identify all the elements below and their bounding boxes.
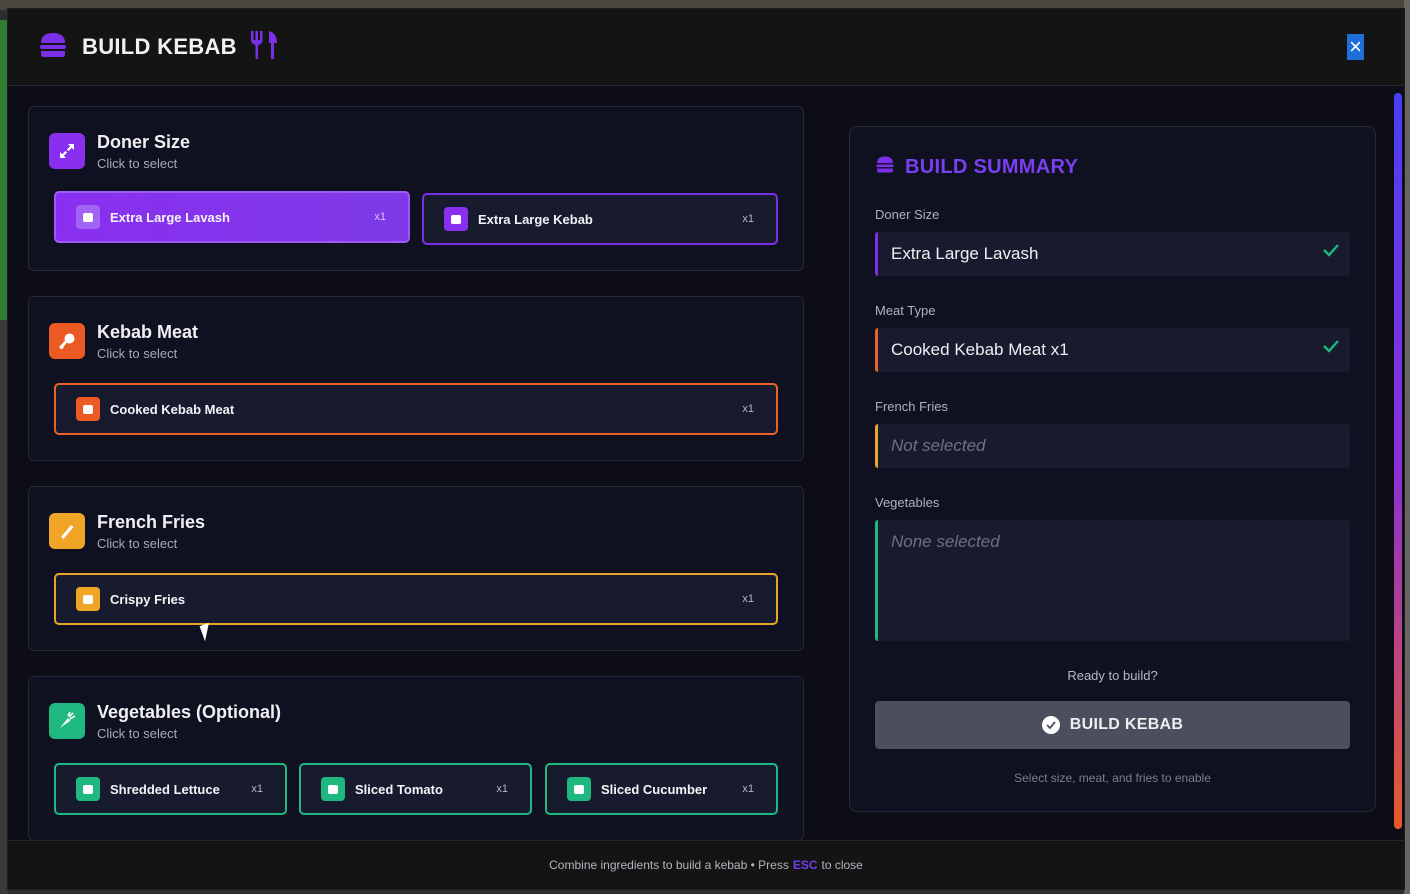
option-label: Extra Large Kebab <box>478 211 593 227</box>
fries-icon <box>49 513 85 549</box>
item-icon <box>444 207 468 231</box>
summary-meat-value: Cooked Kebab Meat x1 <box>875 328 1350 372</box>
option-qty: x1 <box>742 213 754 225</box>
option-qty: x1 <box>742 593 754 605</box>
section-french-fries: French Fries Click to select Crispy Frie… <box>28 486 804 651</box>
carrot-icon <box>49 703 85 739</box>
section-subtitle: Click to select <box>97 156 178 171</box>
summary-size-label: Doner Size <box>875 207 940 222</box>
summary-fries-label: French Fries <box>875 399 948 414</box>
check-icon <box>1322 242 1340 262</box>
section-subtitle: Click to select <box>97 726 178 741</box>
drumstick-icon <box>49 323 85 359</box>
modal-title: BUILD KEBAB <box>82 34 237 59</box>
option-extra-large-kebab[interactable]: Extra Large Kebab x1 <box>422 193 778 245</box>
summary-meat-label: Meat Type <box>875 303 936 318</box>
build-kebab-modal: BUILD KEBAB × Doner Size Click to select… <box>7 8 1405 890</box>
option-label: Cooked Kebab Meat <box>110 401 235 417</box>
scrollbar[interactable] <box>1394 93 1402 829</box>
option-sliced-cucumber[interactable]: Sliced Cucumber x1 <box>545 763 778 815</box>
summary-size-text: Extra Large Lavash <box>891 244 1039 263</box>
section-title: French Fries <box>97 512 206 532</box>
option-qty: x1 <box>251 783 263 795</box>
option-cooked-kebab-meat[interactable]: Cooked Kebab Meat x1 <box>54 383 778 435</box>
burger-icon <box>38 31 68 64</box>
build-summary-panel: BUILD SUMMARY Doner Size Extra Large Lav… <box>849 126 1376 812</box>
modal-content: Doner Size Click to select Extra Large L… <box>8 86 1404 842</box>
burger-icon <box>875 155 895 180</box>
option-crispy-fries[interactable]: Crispy Fries x1 <box>54 573 778 625</box>
section-subtitle: Click to select <box>97 346 178 361</box>
build-hint: Select size, meat, and fries to enable <box>1014 771 1211 785</box>
summary-veg-value: None selected <box>875 520 1350 641</box>
option-label: Sliced Tomato <box>355 781 443 797</box>
section-title: Vegetables (Optional) <box>97 702 282 722</box>
modal-header: BUILD KEBAB × <box>8 9 1404 86</box>
ready-text: Ready to build? <box>1067 668 1158 683</box>
option-qty: x1 <box>742 783 754 795</box>
build-kebab-button[interactable]: BUILD KEBAB <box>875 701 1350 749</box>
build-button-label: BUILD KEBAB <box>1069 716 1184 733</box>
item-icon <box>321 777 345 801</box>
summary-meat-text: Cooked Kebab Meat x1 <box>891 340 1069 359</box>
item-icon <box>567 777 591 801</box>
option-qty: x1 <box>496 783 508 795</box>
option-label: Crispy Fries <box>110 591 186 607</box>
section-vegetables: Vegetables (Optional) Click to select Sh… <box>28 676 804 841</box>
section-title: Doner Size <box>97 132 191 152</box>
esc-key: ESC <box>792 858 818 872</box>
summary-veg-label: Vegetables <box>875 495 940 510</box>
option-extra-large-lavash[interactable]: Extra Large Lavash x1 <box>54 191 410 243</box>
summary-size-value: Extra Large Lavash <box>875 232 1350 276</box>
summary-fries-value: Not selected <box>875 424 1350 468</box>
option-label: Extra Large Lavash <box>110 209 230 225</box>
close-icon: × <box>1349 34 1362 59</box>
option-shredded-lettuce[interactable]: Shredded Lettuce x1 <box>54 763 287 815</box>
modal-footer: Combine ingredients to build a kebab • P… <box>8 840 1404 889</box>
option-sliced-tomato[interactable]: Sliced Tomato x1 <box>299 763 532 815</box>
option-label: Sliced Cucumber <box>601 781 708 797</box>
section-title: Kebab Meat <box>97 322 199 342</box>
summary-title: BUILD SUMMARY <box>875 155 1078 180</box>
section-kebab-meat: Kebab Meat Click to select Cooked Kebab … <box>28 296 804 461</box>
item-icon <box>76 587 100 611</box>
item-icon <box>76 397 100 421</box>
check-circle-icon <box>1041 716 1060 734</box>
footer-text: Combine ingredients to build a kebab • P… <box>549 858 789 872</box>
option-label: Shredded Lettuce <box>110 781 220 797</box>
option-qty: x1 <box>742 403 754 415</box>
footer-text-end: to close <box>821 858 863 872</box>
close-button[interactable]: × <box>1347 34 1364 60</box>
section-subtitle: Click to select <box>97 536 178 551</box>
expand-icon <box>49 133 85 169</box>
item-icon <box>76 205 100 229</box>
item-icon <box>76 777 100 801</box>
utensils-icon <box>249 29 279 66</box>
check-icon <box>1322 338 1340 358</box>
summary-title-text: BUILD SUMMARY <box>905 156 1079 178</box>
section-doner-size: Doner Size Click to select Extra Large L… <box>28 106 804 271</box>
option-qty: x1 <box>374 211 386 223</box>
